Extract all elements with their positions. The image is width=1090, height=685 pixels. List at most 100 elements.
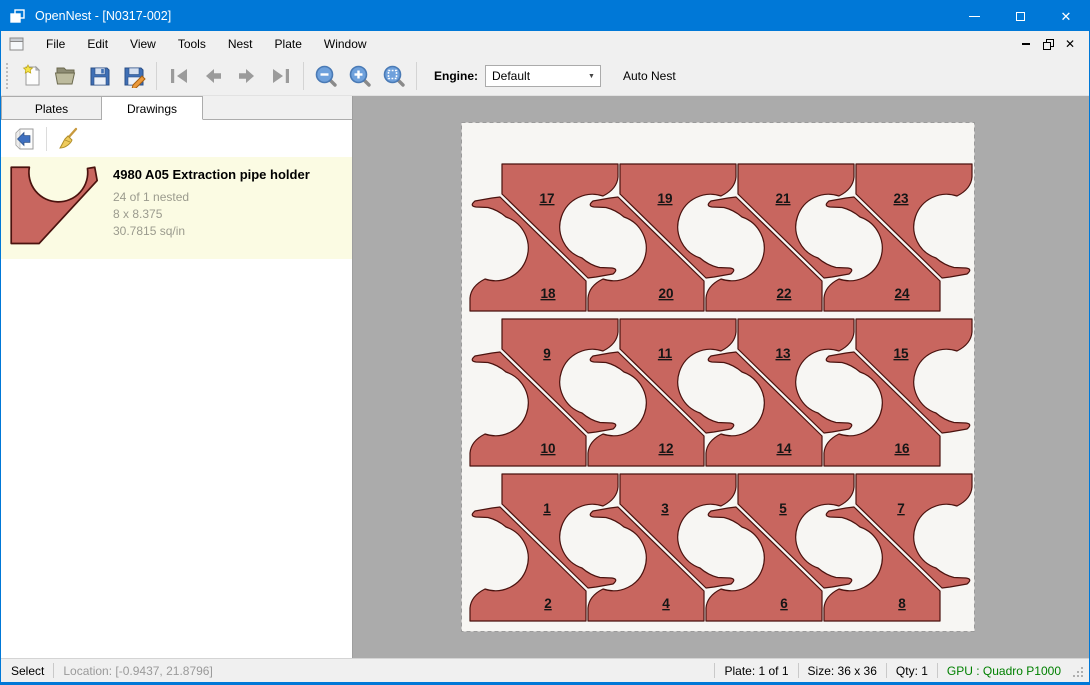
drawing-area: 30.7815 sq/in: [113, 223, 310, 240]
part-number-label: 24: [894, 286, 910, 301]
save-as-icon: [122, 64, 146, 88]
part-number-label: 2: [544, 596, 552, 611]
document-window-icon[interactable]: [9, 37, 25, 51]
drawing-title: 4980 A05 Extraction pipe holder: [113, 167, 310, 182]
statusbar-separator: [798, 663, 799, 678]
gpu-indicator: GPU : Quadro P1000: [947, 664, 1061, 678]
tab-strip-filler: [203, 96, 352, 120]
drawing-dimensions: 8 x 8.375: [113, 206, 310, 223]
resize-grip[interactable]: [1071, 665, 1083, 677]
main-toolbar: Engine: Default ▼ Auto Nest: [1, 57, 1089, 96]
drawings-toolbar-separator: [46, 127, 47, 151]
minimize-button[interactable]: [951, 1, 997, 31]
part-number-label: 9: [543, 346, 551, 361]
statusbar-separator: [714, 663, 715, 678]
part-number-label: 12: [658, 441, 673, 456]
close-button[interactable]: ✕: [1043, 1, 1089, 31]
zoom-in-icon: [348, 64, 372, 88]
drawings-toolbar: [1, 120, 352, 157]
toolbar-separator: [156, 62, 157, 90]
child-minimize-button[interactable]: [1015, 34, 1037, 54]
maximize-icon: [1016, 12, 1025, 21]
previous-plate-button[interactable]: [196, 60, 230, 92]
window-title: OpenNest - [N0317-002]: [35, 9, 171, 23]
zoom-fit-button[interactable]: [377, 60, 411, 92]
menu-window[interactable]: Window: [313, 32, 378, 56]
part-number-label: 7: [897, 501, 905, 516]
drawing-nested-count: 24 of 1 nested: [113, 189, 310, 206]
clean-button[interactable]: [53, 125, 83, 153]
part-number-label: 21: [775, 191, 791, 206]
mode-indicator: Select: [11, 664, 44, 678]
status-bar: Select Location: [-0.9437, 21.8796] Plat…: [1, 658, 1089, 682]
app-icon: [10, 8, 26, 24]
save-icon: [88, 64, 112, 88]
menu-view[interactable]: View: [119, 32, 167, 56]
toolbar-separator: [416, 62, 417, 90]
drawing-list-empty-area: [1, 259, 352, 658]
toolbar-grip[interactable]: [6, 63, 12, 89]
engine-combobox[interactable]: Default ▼: [485, 65, 601, 87]
menu-bar: File Edit View Tools Nest Plate Window ✕: [1, 31, 1089, 57]
save-button[interactable]: [83, 60, 117, 92]
part-number-label: 4: [662, 596, 670, 611]
sidebar-panel: Plates Drawings: [1, 96, 353, 658]
part-number-label: 10: [540, 441, 555, 456]
new-file-button[interactable]: [15, 60, 49, 92]
zoom-out-button[interactable]: [309, 60, 343, 92]
drawing-list-item[interactable]: 4980 A05 Extraction pipe holder 24 of 1 …: [1, 157, 352, 259]
plate-size: Size: 36 x 36: [808, 664, 877, 678]
engine-label: Engine:: [434, 69, 478, 83]
part-number-label: 19: [657, 191, 672, 206]
statusbar-separator: [53, 663, 54, 678]
child-close-button[interactable]: ✕: [1059, 34, 1081, 54]
menu-edit[interactable]: Edit: [76, 32, 119, 56]
first-plate-button[interactable]: [162, 60, 196, 92]
new-file-icon: [20, 64, 44, 88]
next-plate-icon: [235, 64, 259, 88]
menu-nest[interactable]: Nest: [217, 32, 264, 56]
auto-nest-button[interactable]: Auto Nest: [617, 65, 682, 87]
maximize-button[interactable]: [997, 1, 1043, 31]
tab-drawings[interactable]: Drawings: [102, 96, 203, 120]
save-as-button[interactable]: [117, 60, 151, 92]
last-plate-button[interactable]: [264, 60, 298, 92]
open-file-button[interactable]: [49, 60, 83, 92]
zoom-in-button[interactable]: [343, 60, 377, 92]
menu-tools[interactable]: Tools: [167, 32, 217, 56]
menu-plate[interactable]: Plate: [264, 32, 313, 56]
part-number-label: 6: [780, 596, 788, 611]
statusbar-separator: [886, 663, 887, 678]
part-number-label: 14: [776, 441, 792, 456]
import-drawing-button[interactable]: [10, 125, 40, 153]
close-icon: ✕: [1061, 10, 1072, 23]
last-plate-icon: [269, 64, 293, 88]
part-number-label: 8: [898, 596, 906, 611]
part-number-label: 18: [540, 286, 556, 301]
part-number-label: 17: [539, 191, 554, 206]
nest-canvas[interactable]: 171819202122232491011121314151612345678: [353, 96, 1089, 658]
tab-plates[interactable]: Plates: [1, 96, 102, 120]
import-drawing-icon: [13, 127, 37, 151]
menu-file[interactable]: File: [35, 32, 76, 56]
next-plate-button[interactable]: [230, 60, 264, 92]
part-number-label: 15: [893, 346, 909, 361]
child-restore-icon: [1043, 39, 1054, 50]
chevron-down-icon[interactable]: ▼: [583, 66, 600, 86]
part-number-label: 13: [775, 346, 791, 361]
part-number-label: 16: [894, 441, 910, 456]
part-number-label: 1: [543, 501, 551, 516]
plate-qty: Qty: 1: [896, 664, 928, 678]
child-restore-button[interactable]: [1037, 34, 1059, 54]
part-number-label: 3: [661, 501, 669, 516]
child-close-icon: ✕: [1065, 37, 1075, 51]
open-file-icon: [54, 64, 78, 88]
part-number-label: 11: [658, 346, 673, 361]
first-plate-icon: [167, 64, 191, 88]
zoom-out-icon: [314, 64, 338, 88]
clean-broom-icon: [56, 127, 80, 151]
previous-plate-icon: [201, 64, 225, 88]
statusbar-separator: [937, 663, 938, 678]
part-number-label: 20: [658, 286, 673, 301]
plate-view[interactable]: 171819202122232491011121314151612345678: [461, 122, 975, 632]
